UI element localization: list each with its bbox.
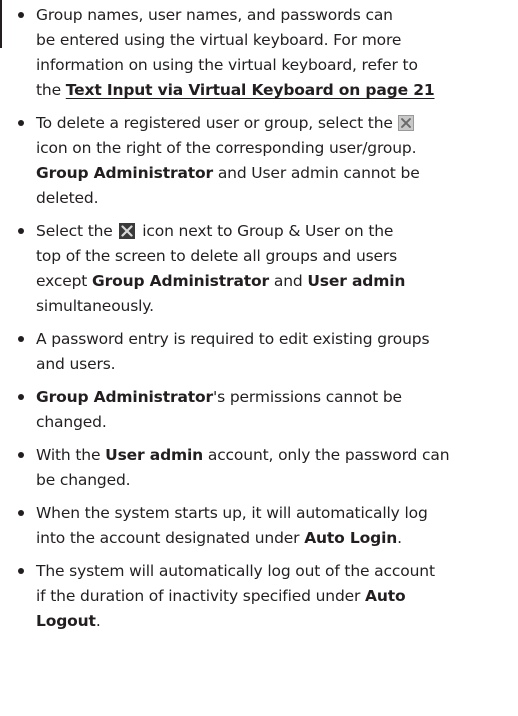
text-line: changed. (36, 413, 107, 431)
text-run: into the account designated under (36, 529, 305, 547)
text-line: Group Administrator and User admin canno… (36, 161, 514, 186)
text-run: With the (36, 446, 106, 464)
text-line: be changed. (36, 471, 131, 489)
bullet-dot (18, 336, 24, 342)
text-line: With the User admin account, only the pa… (36, 443, 514, 468)
cross-reference-link[interactable]: Text Input via Virtual Keyboard on page … (66, 81, 435, 99)
text-run: To delete a registered user or group, se… (36, 114, 393, 132)
text-run: except (36, 272, 93, 290)
text-run: and User admin cannot be (213, 164, 420, 182)
text-line: be entered using the virtual keyboard. F… (36, 31, 402, 49)
text-line: deleted. (36, 189, 99, 207)
list-item: A password entry is required to edit exi… (18, 327, 514, 377)
text-line: except Group Administrator and User admi… (36, 269, 514, 294)
list-item: The system will automatically log out of… (18, 559, 514, 634)
bullet-dot (18, 12, 24, 18)
list-item: With the User admin account, only the pa… (18, 443, 514, 493)
text-line: A password entry is required to edit exi… (36, 330, 430, 348)
bullet-dot (18, 510, 24, 516)
text-line: if the duration of inactivity specified … (36, 584, 514, 609)
term-bold: User admin (307, 272, 406, 290)
text-run: Select the (36, 222, 113, 240)
term-bold: Group Administrator (36, 164, 214, 182)
text-line: information on using the virtual keyboar… (36, 56, 418, 74)
term-bold: Auto (365, 587, 406, 605)
bullet-dot (18, 120, 24, 126)
text-line: top of the screen to delete all groups a… (36, 247, 398, 265)
text-line: The system will automatically log out of… (36, 562, 435, 580)
text-line: Group Administrator's permissions cannot… (36, 385, 514, 410)
delete-x-icon (397, 115, 414, 131)
bullet-dot (18, 452, 24, 458)
list-item: Select the icon next to Group & User on … (18, 219, 514, 319)
term-bold: Group Administrator (36, 388, 214, 406)
text-line: the Text Input via Virtual Keyboard on p… (36, 78, 514, 103)
term-bold: Logout (36, 612, 96, 630)
bullet-dot (18, 228, 24, 234)
text-run: if the duration of inactivity specified … (36, 587, 366, 605)
bullet-dot (18, 568, 24, 574)
text-run: and (269, 272, 308, 290)
text-run: account, only the password can (203, 446, 450, 464)
delete-all-x-icon (119, 223, 136, 239)
text-line: into the account designated under Auto L… (36, 526, 514, 551)
list-item: Group names, user names, and passwords c… (18, 3, 514, 103)
list-item: When the system starts up, it will autom… (18, 501, 514, 551)
text-run: the (36, 81, 66, 99)
text-line: icon on the right of the corresponding u… (36, 139, 417, 157)
text-line: Group names, user names, and passwords c… (36, 6, 393, 24)
term-bold: Group Administrator (92, 272, 270, 290)
list-item: Group Administrator's permissions cannot… (18, 385, 514, 435)
manual-page: Group names, user names, and passwords c… (0, 0, 518, 716)
text-run: icon next to Group & User on the (137, 222, 394, 240)
bullet-dot (18, 394, 24, 400)
text-run: . (95, 612, 101, 630)
term-bold: Auto Login (304, 529, 398, 547)
margin-rule (0, 0, 2, 48)
text-line: Logout. (36, 609, 514, 634)
text-line: and users. (36, 355, 116, 373)
text-line: To delete a registered user or group, se… (36, 111, 514, 136)
notes-list: Group names, user names, and passwords c… (18, 3, 514, 642)
text-line: simultaneously. (36, 297, 154, 315)
text-line: When the system starts up, it will autom… (36, 504, 428, 522)
text-run: . (397, 529, 402, 547)
list-item: To delete a registered user or group, se… (18, 111, 514, 211)
term-bold: User admin (105, 446, 204, 464)
text-run: 's permissions cannot be (213, 388, 402, 406)
text-line: Select the icon next to Group & User on … (36, 219, 514, 244)
